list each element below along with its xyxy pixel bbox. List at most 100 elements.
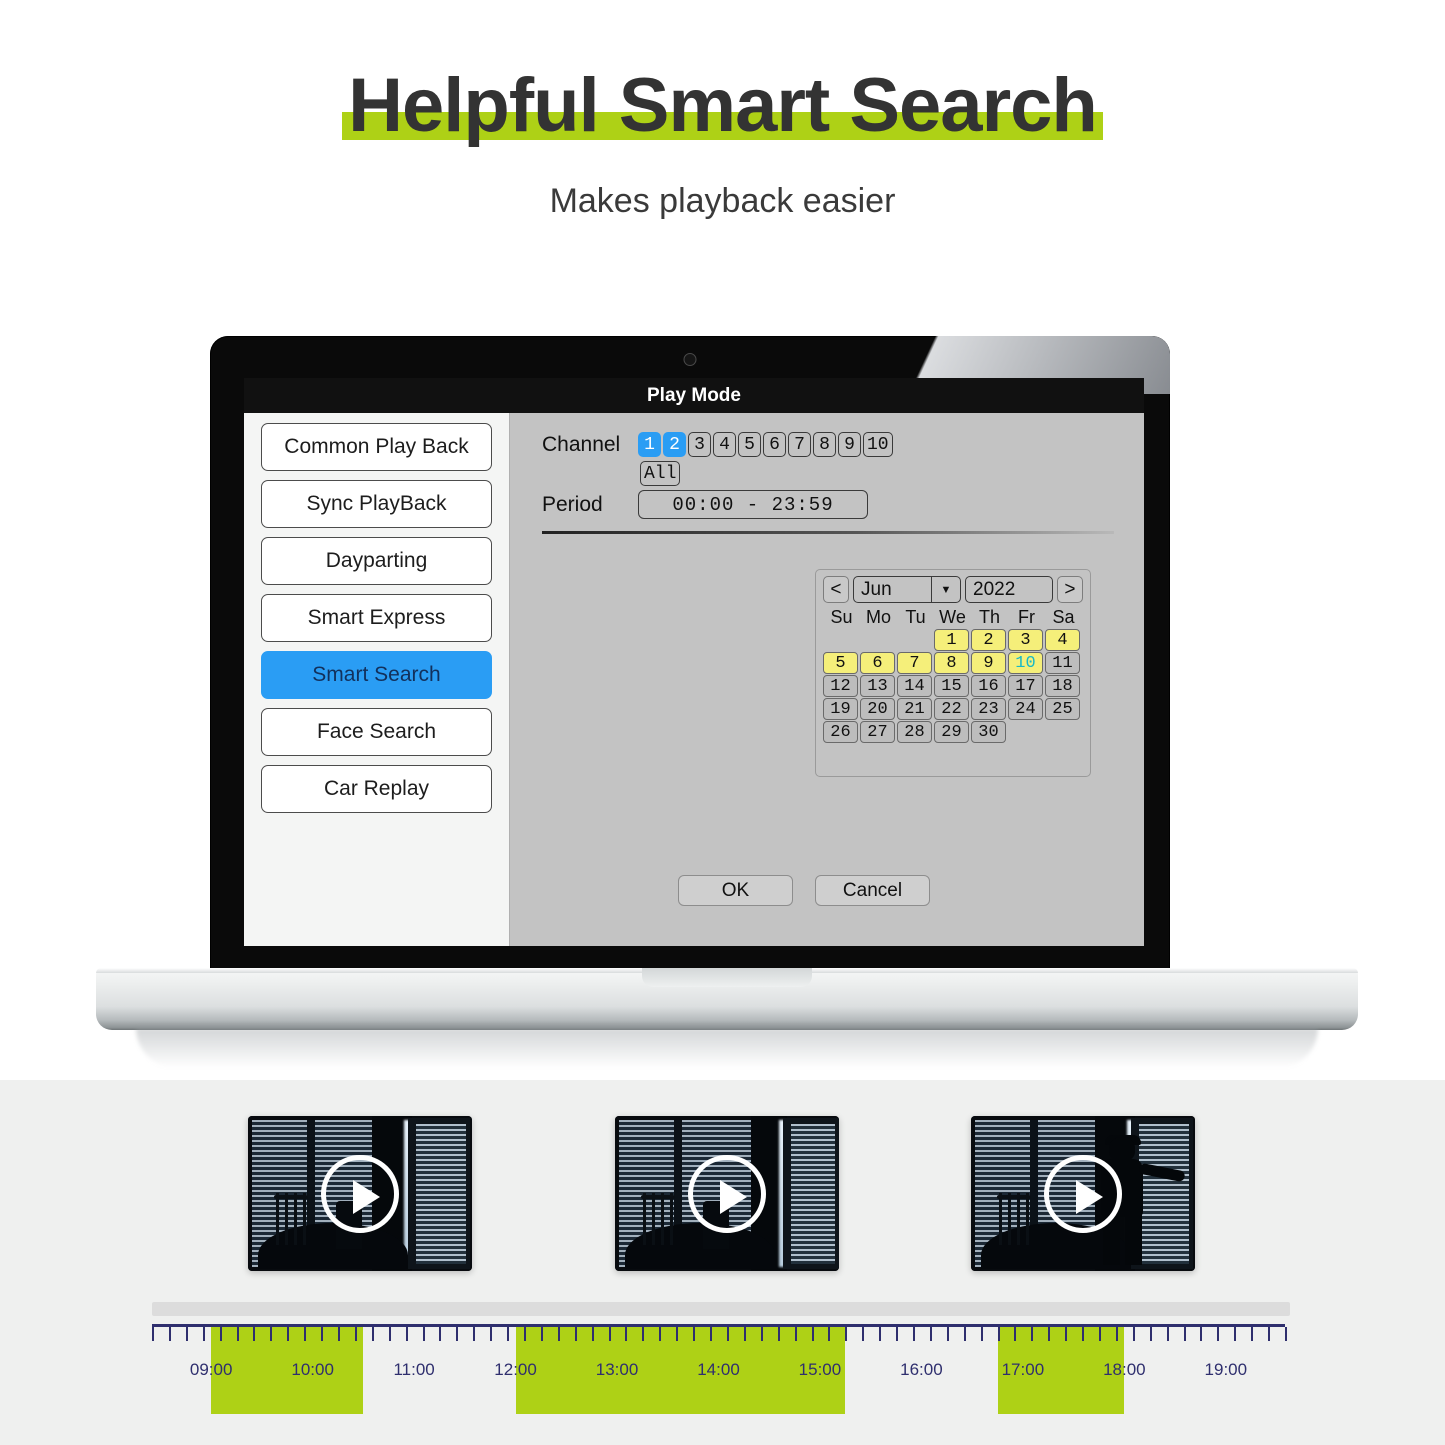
calendar-day-6[interactable]: 6: [860, 652, 895, 674]
calendar-day-empty: [1045, 721, 1080, 743]
chevron-down-icon: ▼: [931, 577, 960, 602]
calendar-day-16[interactable]: 16: [971, 675, 1006, 697]
channel-option-8[interactable]: 8: [813, 432, 836, 457]
play-icon[interactable]: [321, 1154, 399, 1233]
timeline-tick-minor: [338, 1327, 340, 1341]
clip-thumbnail-2[interactable]: [615, 1116, 839, 1271]
calendar-week: 5 6 7 8 9 10 11: [823, 652, 1083, 674]
timeline-tick-minor: [1251, 1327, 1254, 1341]
calendar-day-4[interactable]: 4: [1045, 629, 1080, 651]
channel-option-10[interactable]: 10: [863, 432, 893, 457]
dialog-actions: OK Cancel: [678, 875, 930, 906]
channel-option-3[interactable]: 3: [688, 432, 711, 457]
next-month-button[interactable]: >: [1057, 576, 1083, 603]
sidebar-item-label: Sync PlayBack: [306, 492, 447, 515]
timeline-tick-minor: [896, 1327, 899, 1341]
channel-option-7[interactable]: 7: [788, 432, 811, 457]
sidebar-item-sync-playback[interactable]: Sync PlayBack: [261, 480, 492, 528]
channel-option-6[interactable]: 6: [763, 432, 786, 457]
timeline-tick-minor: [490, 1327, 493, 1341]
date-picker: < Jun ▼ 2022 > Su Mo Tu We Th Fr Sa 1 2 …: [815, 569, 1091, 777]
channel-option-all[interactable]: All: [640, 461, 681, 486]
calendar-day-25[interactable]: 25: [1045, 698, 1080, 720]
timeline-tick-minor: [405, 1327, 408, 1341]
clip-thumbnail-3[interactable]: [971, 1116, 1195, 1271]
calendar-day-9[interactable]: 9: [971, 652, 1006, 674]
calendar-day-28[interactable]: 28: [897, 721, 932, 743]
sidebar-item-common-play-back[interactable]: Common Play Back: [261, 423, 492, 471]
timeline-tick-minor: [946, 1327, 949, 1341]
timeline-tick-minor: [1082, 1327, 1085, 1341]
timeline-tick-minor: [642, 1327, 645, 1341]
sidebar-item-label: Smart Search: [312, 663, 441, 686]
calendar-day-21[interactable]: 21: [897, 698, 932, 720]
calendar-day-10[interactable]: 10: [1008, 652, 1043, 674]
timeline-tick-minor: [1098, 1327, 1101, 1341]
channel-all-row: All: [640, 461, 682, 486]
sidebar-item-car-replay[interactable]: Car Replay: [261, 765, 492, 813]
dialog-titlebar: Play Mode: [244, 378, 1144, 413]
calendar-day-12[interactable]: 12: [823, 675, 858, 697]
timeline-tick-minor: [591, 1327, 594, 1341]
calendar-day-7[interactable]: 7: [897, 652, 932, 674]
calendar-day-18[interactable]: 18: [1045, 675, 1080, 697]
channel-option-4[interactable]: 4: [713, 432, 736, 457]
calendar-day-23[interactable]: 23: [971, 698, 1006, 720]
channel-option-1[interactable]: 1: [638, 432, 661, 457]
calendar-day-1[interactable]: 1: [934, 629, 969, 651]
sidebar-item-smart-express[interactable]: Smart Express: [261, 594, 492, 642]
ok-button[interactable]: OK: [678, 875, 793, 906]
calendar-day-14[interactable]: 14: [897, 675, 932, 697]
calendar-day-17[interactable]: 17: [1008, 675, 1043, 697]
sidebar-item-face-search[interactable]: Face Search: [261, 708, 492, 756]
timeline-tick-minor: [388, 1327, 391, 1341]
timeline-tick-minor: [1031, 1327, 1034, 1341]
timeline-hour-label: 09:00: [189, 1360, 233, 1379]
clip-thumbnail-1[interactable]: [248, 1116, 472, 1271]
timeline-tick-minor: [676, 1327, 679, 1341]
play-icon[interactable]: [1044, 1154, 1122, 1233]
channel-option-2[interactable]: 2: [663, 432, 686, 457]
timeline-track[interactable]: 09:00 10:00 11:00 12:00 13:00 14:00 15:00 16:00…: [152, 1324, 1287, 1424]
year-input[interactable]: 2022: [965, 576, 1053, 603]
calendar-day-2[interactable]: 2: [971, 629, 1006, 651]
prev-month-button[interactable]: <: [823, 576, 849, 603]
calendar-week: 12 13 14 15 16 17 18: [823, 675, 1083, 697]
channel-option-9[interactable]: 9: [838, 432, 861, 457]
timeline-scrollbar[interactable]: [152, 1302, 1290, 1316]
chair-silhouette: [997, 1193, 1031, 1245]
play-icon[interactable]: [688, 1154, 766, 1233]
timeline-hour-label: 14:00: [697, 1360, 740, 1379]
calendar-day-26[interactable]: 26: [823, 721, 858, 743]
cancel-button[interactable]: Cancel: [815, 875, 930, 906]
weekday-label: Tu: [905, 607, 926, 627]
timeline-tick-minor: [1285, 1327, 1287, 1341]
calendar-day-19[interactable]: 19: [823, 698, 858, 720]
webcam-icon: [683, 353, 697, 366]
timeline-tick-minor: [1149, 1327, 1152, 1341]
calendar-day-8[interactable]: 8: [934, 652, 969, 674]
sidebar-item-smart-search[interactable]: Smart Search: [261, 651, 492, 699]
calendar-day-24[interactable]: 24: [1008, 698, 1043, 720]
timeline-tick-minor: [777, 1327, 780, 1341]
calendar-day-11[interactable]: 11: [1045, 652, 1080, 674]
calendar-day-22[interactable]: 22: [934, 698, 969, 720]
calendar-day-30[interactable]: 30: [971, 721, 1006, 743]
month-select[interactable]: Jun ▼: [853, 576, 961, 603]
period-input[interactable]: 00:00 - 23:59: [638, 490, 868, 519]
timeline-tick-minor: [760, 1327, 763, 1341]
timeline-tick-minor: [1014, 1327, 1017, 1341]
calendar-day-5[interactable]: 5: [823, 652, 858, 674]
laptop-base-notch: [642, 968, 812, 987]
calendar-day-13[interactable]: 13: [860, 675, 895, 697]
calendar-day-3[interactable]: 3: [1008, 629, 1043, 651]
calendar-day-27[interactable]: 27: [860, 721, 895, 743]
playback-timeline[interactable]: 09:00 10:00 11:00 12:00 13:00 14:00 15:00 16:00…: [0, 1302, 1445, 1442]
calendar-day-29[interactable]: 29: [934, 721, 969, 743]
timeline-tick-minor: [625, 1327, 628, 1341]
calendar-day-20[interactable]: 20: [860, 698, 895, 720]
calendar-day-15[interactable]: 15: [934, 675, 969, 697]
page-subtitle: Makes playback easier: [549, 182, 896, 220]
sidebar-item-dayparting[interactable]: Dayparting: [261, 537, 492, 585]
channel-option-5[interactable]: 5: [738, 432, 761, 457]
